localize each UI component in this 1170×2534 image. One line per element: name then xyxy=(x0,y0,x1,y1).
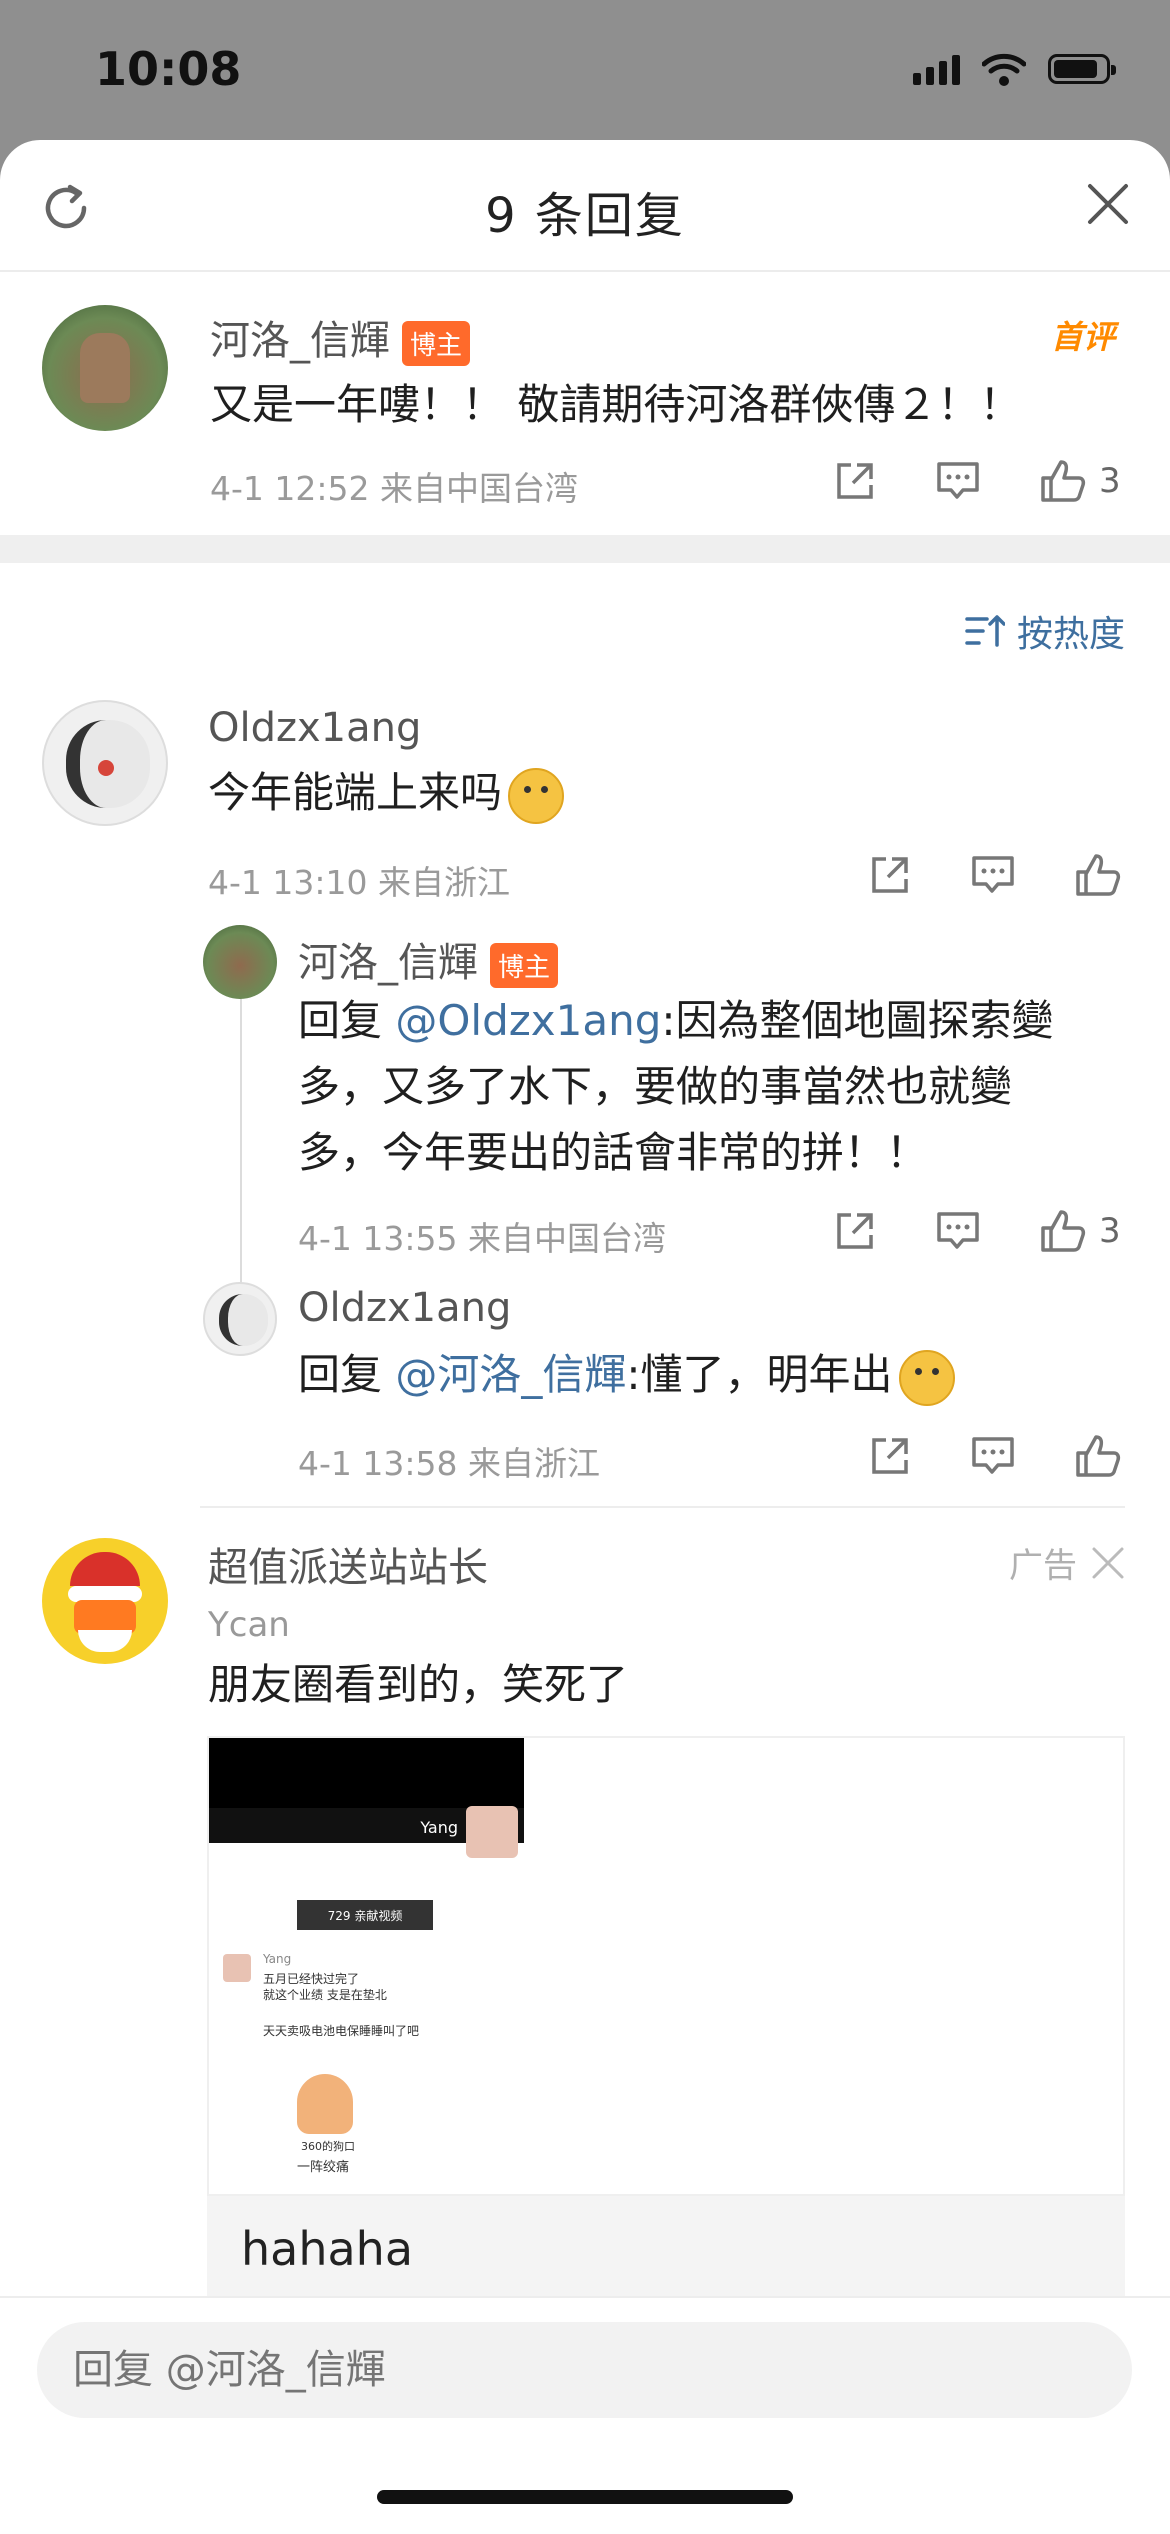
reply-prefix: 回复 xyxy=(298,996,396,1045)
commenter-avatar[interactable] xyxy=(42,700,168,826)
chat-line: 就这个业绩 支是在垫北 xyxy=(263,1988,387,2002)
reply-text: 回复 @河洛_信輝:懂了，明年出 xyxy=(298,1342,955,1408)
like-icon[interactable] xyxy=(1074,852,1122,898)
ad-avatar[interactable] xyxy=(42,1538,168,1664)
reply-text-line: 多，又多了水下，要做的事當然也就變 xyxy=(298,1062,1013,1111)
ad-label: 广告 xyxy=(1009,1546,1077,1586)
reply-avatar[interactable] xyxy=(203,1282,277,1356)
group-pill: 729 亲献视频 xyxy=(297,1900,433,1930)
pill-text: 729 亲献视频 xyxy=(327,1908,403,1923)
comment-icon[interactable] xyxy=(935,1209,981,1253)
cellular-signal-icon xyxy=(913,53,960,85)
comment-meta: 4-1 13:10 来自浙江 xyxy=(208,863,510,902)
share-icon[interactable] xyxy=(833,459,877,503)
comment-icon[interactable] xyxy=(970,1434,1016,1478)
sort-icon xyxy=(965,615,1005,647)
author-avatar[interactable] xyxy=(42,305,168,431)
reply-text-line: :因為整個地圖探索變 xyxy=(661,996,1054,1045)
chat-avatar xyxy=(223,1954,251,1982)
comment-actions xyxy=(868,852,1122,898)
ad-author[interactable]: 超值派送站站长 xyxy=(208,1535,488,1593)
reply-meta: 4-1 13:55 来自中国台湾 xyxy=(298,1219,666,1258)
reply-actions xyxy=(868,1433,1122,1479)
comment-text-content: 今年能端上来吗 xyxy=(208,768,503,817)
ad-sub-author: Ycan xyxy=(208,1605,290,1645)
sort-by-heat-button[interactable]: 按热度 xyxy=(965,605,1125,657)
main-comment-meta: 4-1 12:52 来自中国台湾 xyxy=(210,469,578,508)
chat-line: 天天卖吸电池电保睡睡叫了吧 xyxy=(263,2024,420,2038)
reply-author[interactable]: Oldzx1ang xyxy=(298,1285,511,1331)
author-name-text[interactable]: 河洛_信輝 xyxy=(210,318,390,364)
reply-prefix: 回复 xyxy=(298,1350,396,1399)
like-button[interactable]: 3 xyxy=(1039,1208,1121,1254)
reply-text: 回复 @Oldzx1ang:因為整個地圖探索變 多，又多了水下，要做的事當然也就… xyxy=(298,988,1098,1186)
like-icon[interactable] xyxy=(1039,458,1087,504)
chat-name: Yang xyxy=(263,1952,292,1966)
share-icon[interactable] xyxy=(868,853,912,897)
close-ad-icon[interactable] xyxy=(1091,1546,1125,1580)
reply-input[interactable] xyxy=(37,2322,1132,2418)
like-count: 3 xyxy=(1099,461,1121,501)
reply-text-line: 多，今年要出的話會非常的拼！！ xyxy=(298,1128,929,1177)
share-icon[interactable] xyxy=(868,1434,912,1478)
doge-emoji-icon xyxy=(898,1349,955,1406)
like-icon[interactable] xyxy=(1039,1208,1087,1254)
mention-link[interactable]: @Oldzx1ang xyxy=(395,996,661,1045)
ad-caption: hahaha xyxy=(241,2222,414,2276)
reply-avatar[interactable] xyxy=(203,925,277,999)
comment-icon[interactable] xyxy=(970,853,1016,897)
ad-text: 朋友圈看到的，笑死了 xyxy=(208,1660,629,1709)
blogger-badge: 博主 xyxy=(490,942,559,988)
separator xyxy=(200,1506,1125,1508)
reply-author-text[interactable]: 河洛_信輝 xyxy=(298,940,478,986)
status-bar: 10:08 xyxy=(0,0,1170,150)
comment-text: 今年能端上来吗 xyxy=(208,760,565,826)
sheet-header: 9 条回复 xyxy=(0,140,1170,272)
section-divider xyxy=(0,535,1170,563)
sticker-text: 一阵绞痛 xyxy=(297,2160,350,2175)
like-icon[interactable] xyxy=(1074,1433,1122,1479)
share-icon[interactable] xyxy=(833,1209,877,1253)
sticker-text: 360的狗口 xyxy=(301,2140,355,2153)
mention-link[interactable]: @河洛_信輝 xyxy=(395,1350,626,1399)
close-icon[interactable] xyxy=(1086,182,1130,226)
author-name[interactable]: 河洛_信輝 博主 xyxy=(210,308,471,366)
reply-meta: 4-1 13:58 来自浙江 xyxy=(298,1444,600,1483)
sort-label[interactable]: 按热度 xyxy=(1017,605,1125,657)
main-comment-actions: 3 xyxy=(833,458,1121,504)
reply-bar xyxy=(0,2296,1170,2534)
main-comment-text: 又是一年嘍！！ 敬請期待河洛群俠傳２！！ xyxy=(210,380,1022,429)
first-comment-tag: 首评 xyxy=(1050,318,1115,356)
battery-level xyxy=(1054,60,1097,78)
chat-line: 五月已经快过完了 xyxy=(263,1972,360,1986)
sticker-image xyxy=(297,2074,353,2134)
status-icons xyxy=(913,52,1116,86)
ad-image[interactable]: Yang 729 亲献视频 Yang 五月已经快过完了 就这个业绩 支是在垫北 … xyxy=(207,1736,1125,2196)
video-thumbnail: Yang xyxy=(209,1738,524,1858)
like-count: 3 xyxy=(1099,1211,1121,1251)
ad-tag: 广告 xyxy=(1009,1538,1125,1587)
video-name: Yang xyxy=(420,1818,458,1837)
reply-author[interactable]: 河洛_信輝 博主 xyxy=(298,930,559,988)
reply-actions: 3 xyxy=(833,1208,1121,1254)
status-time: 10:08 xyxy=(95,42,242,96)
ad-caption-bar[interactable]: hahaha xyxy=(207,2196,1125,2296)
blogger-badge: 博主 xyxy=(402,320,471,366)
comment-icon[interactable] xyxy=(935,459,981,503)
sheet-title: 9 条回复 xyxy=(485,188,685,244)
home-indicator xyxy=(377,2490,793,2504)
wifi-icon xyxy=(982,53,1026,86)
thread-line xyxy=(240,975,242,1295)
like-button[interactable]: 3 xyxy=(1039,458,1121,504)
reply-text-content: :懂了，明年出 xyxy=(626,1350,893,1399)
commenter-name[interactable]: Oldzx1ang xyxy=(208,705,421,751)
battery-icon xyxy=(1048,54,1116,84)
doge-emoji-icon xyxy=(508,767,565,824)
